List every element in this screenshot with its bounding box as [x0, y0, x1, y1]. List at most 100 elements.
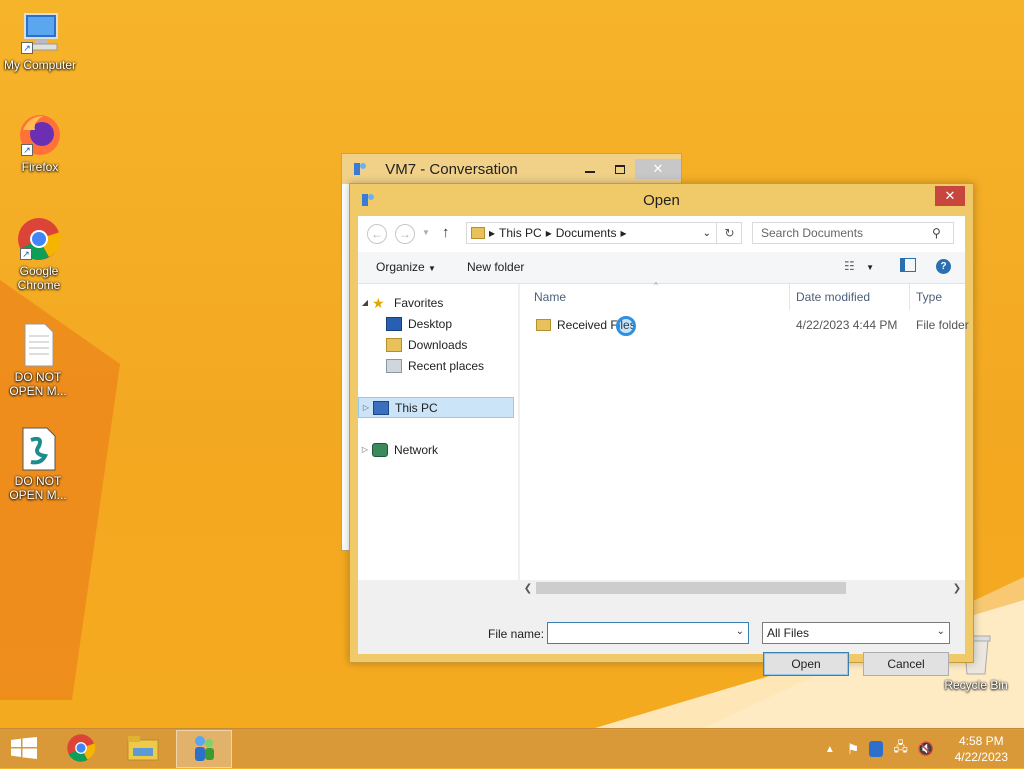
sort-up-icon: ^	[654, 281, 658, 290]
network-icon	[372, 442, 388, 457]
file-type-filter-select[interactable]: All Files ⌄	[762, 622, 950, 644]
column-header-type[interactable]: Type	[910, 284, 970, 310]
change-view-button[interactable]: ☷ ▼	[844, 259, 874, 273]
horizontal-scrollbar[interactable]: ❮ ❯	[520, 580, 965, 596]
file-name-label: File name:	[488, 627, 545, 641]
search-icon[interactable]: ⚲	[932, 226, 941, 240]
expand-arrow-icon: ▷	[361, 445, 369, 454]
dialog-client: ← → ▼ ↑ ▸ This PC ▸ Documents ▸ ⌄ ↻ Sear…	[358, 216, 969, 676]
organize-button[interactable]: Organize ▼	[376, 260, 436, 274]
tree-item-network[interactable]: ▷ Network	[358, 439, 514, 460]
chevron-down-icon: ▼	[866, 263, 875, 272]
breadcrumb-this-pc[interactable]: This PC	[499, 226, 542, 240]
show-hidden-icons-button[interactable]: ▲	[825, 744, 835, 755]
desktop-icon-text-file[interactable]: DO NOT OPEN M...	[0, 322, 76, 398]
tree-label: Desktop	[408, 316, 453, 331]
windows-logo-icon	[11, 736, 37, 762]
desktop-icon-label: My Computer	[3, 58, 77, 72]
scroll-left-arrow-icon[interactable]: ❮	[520, 580, 536, 596]
column-label: Name	[534, 290, 567, 304]
file-date-modified: 4/22/2023 4:44 PM	[796, 318, 898, 332]
recent-locations-dropdown[interactable]: ▼	[422, 228, 430, 237]
computer-icon: ↗	[17, 10, 63, 56]
close-icon: ✕	[652, 161, 664, 176]
preview-pane-button[interactable]	[900, 258, 916, 275]
taskbar-messenger-button[interactable]	[176, 730, 232, 768]
organize-label: Organize	[376, 260, 425, 274]
start-button[interactable]	[0, 730, 48, 768]
arrow-left-icon: ←	[371, 227, 383, 241]
close-button[interactable]: ✕	[635, 159, 681, 179]
messenger-tray-icon[interactable]	[869, 741, 884, 757]
taskbar-file-explorer-button[interactable]	[115, 730, 171, 768]
help-button[interactable]: ?	[936, 258, 951, 274]
chrome-icon: ↗	[16, 216, 62, 262]
taskbar-chrome-button[interactable]	[53, 730, 109, 768]
maximize-button[interactable]	[605, 159, 635, 179]
volume-muted-icon[interactable]: 🔇	[918, 741, 934, 757]
desktop-icon-script-file[interactable]: DO NOT OPEN M...	[0, 426, 76, 502]
file-list: Name ^ Date modified Type Received Files…	[520, 281, 969, 580]
desktop-icon-label: Google Chrome	[17, 264, 61, 292]
desktop-icon-firefox[interactable]: ↗ Firefox	[0, 112, 80, 174]
tree-item-this-pc[interactable]: ▷ This PC	[358, 397, 514, 418]
file-row[interactable]: Received Files 4/22/2023 4:44 PM File fo…	[520, 314, 969, 336]
column-header-date-modified[interactable]: Date modified	[790, 284, 910, 310]
address-dropdown[interactable]: ⌄	[703, 228, 711, 239]
cursor-indicator	[616, 316, 636, 336]
window-titlebar[interactable]: VM7 - Conversation ✕	[342, 154, 681, 184]
messenger-icon	[189, 733, 219, 766]
action-center-flag-icon[interactable]: ⚑	[847, 741, 860, 758]
star-icon: ★	[372, 294, 385, 311]
network-icon[interactable]: 🖧	[893, 738, 908, 760]
tree-label: Favorites	[394, 295, 444, 310]
file-type-filter-value: All Files	[767, 626, 810, 640]
clock-time: 4:58 PM	[958, 734, 1004, 748]
chevron-down-icon[interactable]: ⌄	[736, 626, 744, 637]
expand-arrow-icon: ▷	[362, 403, 370, 412]
desktop-folder-icon	[386, 316, 402, 331]
chrome-icon	[66, 733, 96, 766]
tree-item-desktop[interactable]: Desktop	[358, 313, 514, 334]
cancel-button[interactable]: Cancel	[863, 652, 949, 676]
column-header-name[interactable]: Name ^	[520, 281, 790, 310]
back-button[interactable]: ←	[367, 224, 387, 244]
folder-icon	[536, 319, 551, 331]
maximize-icon	[615, 164, 625, 174]
tree-item-downloads[interactable]: Downloads	[358, 334, 514, 355]
new-folder-button[interactable]: New folder	[467, 260, 524, 274]
open-button[interactable]: Open	[763, 652, 849, 676]
taskbar-clock[interactable]: 4:58 PM 4/22/2023	[955, 733, 1008, 765]
app-icon	[352, 161, 368, 177]
up-button[interactable]: ↑	[442, 224, 450, 241]
arrow-right-icon: →	[399, 227, 411, 241]
address-bar[interactable]: ▸ This PC ▸ Documents ▸ ⌄	[466, 222, 742, 244]
tree-item-recent-places[interactable]: Recent places	[358, 355, 514, 376]
column-label: Date modified	[796, 290, 871, 304]
command-bar: Organize ▼ New folder ☷ ▼ ?	[358, 252, 965, 284]
refresh-icon: ↻	[724, 226, 735, 240]
dialog-title: Open	[643, 192, 680, 209]
desktop-icon-my-computer[interactable]: ↗ My Computer	[0, 10, 80, 72]
desktop-icon-label: DO NOT OPEN M...	[9, 474, 67, 502]
refresh-button[interactable]: ↻	[716, 222, 742, 244]
close-icon: ✕	[944, 188, 956, 203]
minimize-icon	[585, 171, 595, 173]
chevron-down-icon: ⌄	[936, 626, 945, 637]
scrollbar-thumb[interactable]	[536, 582, 846, 594]
minimize-button[interactable]	[575, 159, 605, 179]
scroll-right-arrow-icon[interactable]: ❯	[949, 580, 965, 596]
forward-button[interactable]: →	[395, 224, 415, 244]
downloads-folder-icon	[386, 337, 402, 352]
dialog-close-button[interactable]: ✕	[935, 186, 965, 206]
desktop-icon-google-chrome[interactable]: ↗ Google Chrome	[0, 216, 78, 292]
chevron-down-icon: ▼	[428, 264, 436, 273]
open-dialog[interactable]: Open ✕ ← → ▼ ↑ ▸ This PC ▸ Documents ▸ ⌄…	[349, 183, 974, 676]
tree-item-favorites[interactable]: ◢ ★ Favorites	[358, 292, 514, 313]
chevron-right-icon: ▸	[620, 226, 627, 240]
dialog-titlebar[interactable]: Open ✕	[350, 184, 973, 216]
file-name-input[interactable]: ⌄	[547, 622, 749, 644]
recent-places-icon	[386, 358, 402, 373]
search-input[interactable]	[752, 222, 954, 244]
breadcrumb-documents[interactable]: Documents	[556, 226, 617, 240]
